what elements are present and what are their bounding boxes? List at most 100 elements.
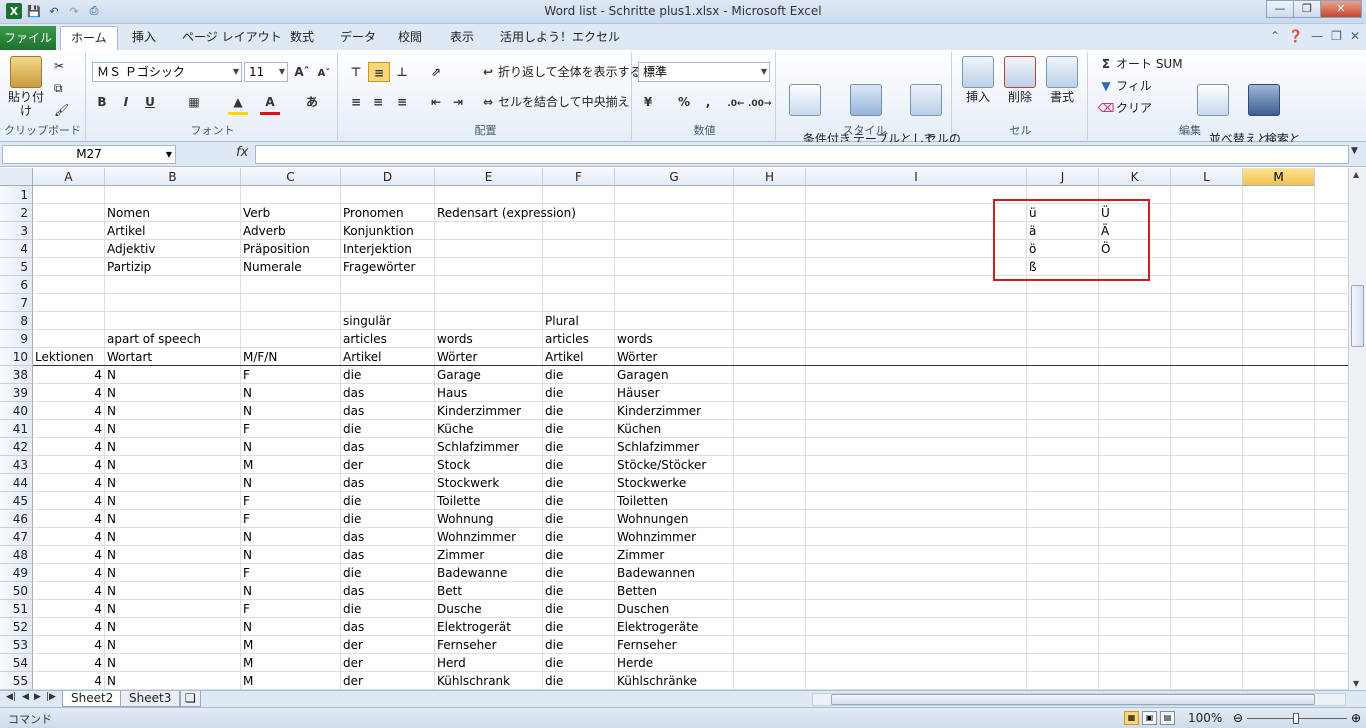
cell-g54[interactable]: Herde [615,654,934,672]
tab-page-layout[interactable]: ページ レイアウト [172,26,292,50]
align-bottom-icon[interactable]: ⊥ [392,62,412,82]
name-box[interactable]: M27 ▼ [2,145,176,164]
currency-icon[interactable]: ¥ [638,92,658,112]
cell-g42[interactable]: Schlafzimmer [615,438,934,456]
clear-button[interactable]: ⌫ クリア [1096,98,1153,118]
cell-g47[interactable]: Wohnzimmer [615,528,934,546]
workbook-minimize-icon[interactable]: — [1311,29,1323,43]
row-header-7[interactable]: 7 [0,294,33,312]
select-all-button[interactable] [0,168,33,186]
row-header-50[interactable]: 50 [0,582,33,600]
wrap-text-button[interactable]: ↩ 折り返して全体を表示する [478,62,642,82]
cell-a38[interactable]: 4 [33,366,105,384]
row-header-9[interactable]: 9 [0,330,33,348]
comma-button[interactable]: , [698,92,718,112]
cell-g10[interactable]: Wörter [615,348,934,366]
row-header-4[interactable]: 4 [0,240,33,258]
decrease-indent-icon[interactable]: ⇤ [426,92,446,112]
fill-color-icon[interactable]: ▲ [228,92,248,115]
row-header-54[interactable]: 54 [0,654,33,672]
row-header-47[interactable]: 47 [0,528,33,546]
cell-g43[interactable]: Stöcke/Stöcker [615,456,934,474]
cell-a41[interactable]: 4 [33,420,105,438]
normal-view-icon[interactable]: ▦ [1124,711,1139,725]
tab-data[interactable]: データ [330,26,386,50]
align-right-icon[interactable]: ≡ [392,92,412,112]
row-header-39[interactable]: 39 [0,384,33,402]
bold-button[interactable]: B [92,92,112,112]
format-painter-icon[interactable]: 🖌 [54,100,69,120]
row-header-3[interactable]: 3 [0,222,33,240]
cell-a50[interactable]: 4 [33,582,105,600]
insert-function-button[interactable]: fx [236,145,248,160]
insert-sheet-icon[interactable]: ❏ [180,691,201,707]
cell-f8[interactable]: Plural [543,312,815,330]
tab-insert[interactable]: 挿入 [122,26,166,50]
column-header-j[interactable]: J [1027,168,1099,186]
scroll-up-icon[interactable]: ▲ [1353,170,1359,179]
cell-g52[interactable]: Elektrogeräte [615,618,934,636]
format-cells-button[interactable]: 書式 [1042,56,1082,104]
zoom-slider[interactable]: ⊖ ⊕ [1233,711,1363,725]
cell-g51[interactable]: Duschen [615,600,934,618]
borders-icon[interactable]: ▦ [184,92,204,112]
align-middle-icon[interactable]: ≡ [368,62,390,82]
column-header-i[interactable]: I [806,168,1027,186]
italic-button[interactable]: I [116,92,136,112]
cell-g48[interactable]: Zimmer [615,546,934,564]
orientation-icon[interactable]: ⇗ [426,62,446,82]
cell-d5[interactable]: Fragewörter [341,258,635,276]
cell-g39[interactable]: Häuser [615,384,934,402]
row-header-51[interactable]: 51 [0,600,33,618]
align-left-icon[interactable]: ≡ [346,92,366,112]
cell-g41[interactable]: Küchen [615,420,934,438]
cell-a48[interactable]: 4 [33,546,105,564]
increase-indent-icon[interactable]: ⇥ [448,92,468,112]
sheet-tab-sheet3[interactable]: Sheet3 [120,691,181,707]
number-format-combo[interactable]: 標準 ▼ [638,62,770,82]
row-header-5[interactable]: 5 [0,258,33,276]
decrease-decimal-icon[interactable]: .00→ [748,92,771,112]
row-header-45[interactable]: 45 [0,492,33,510]
page-layout-view-icon[interactable]: ▣ [1142,711,1157,725]
row-header-52[interactable]: 52 [0,618,33,636]
row-header-10[interactable]: 10 [0,348,33,366]
row-header-38[interactable]: 38 [0,366,33,384]
phonetic-icon[interactable]: あ [302,92,322,112]
align-top-icon[interactable]: ⊤ [346,62,366,82]
workbook-close-icon[interactable]: ✕ [1350,29,1360,43]
cell-d4[interactable]: Interjektion [341,240,635,258]
cell-a52[interactable]: 4 [33,618,105,636]
align-center-icon[interactable]: ≡ [368,92,388,112]
row-header-43[interactable]: 43 [0,456,33,474]
cell-a51[interactable]: 4 [33,600,105,618]
worksheet-grid[interactable]: A B C D E F G H I J K L M 1 2 Nomen Verb Pronomen Redensar… [0,168,1348,690]
tab-home[interactable]: ホーム [60,26,118,50]
column-header-c[interactable]: C [241,168,341,186]
minimize-button[interactable]: — [1266,0,1294,18]
column-header-f[interactable]: F [543,168,615,186]
font-size-combo[interactable]: 11 ▼ [244,62,288,82]
cell-g49[interactable]: Badewannen [615,564,934,582]
cell-g45[interactable]: Toiletten [615,492,934,510]
column-header-e[interactable]: E [435,168,543,186]
zoom-knob[interactable] [1293,713,1299,724]
cell-a39[interactable]: 4 [33,384,105,402]
next-sheet-icon[interactable]: ▶ [34,692,41,702]
row-header-48[interactable]: 48 [0,546,33,564]
cell-a42[interactable]: 4 [33,438,105,456]
column-header-d[interactable]: D [341,168,435,186]
underline-button[interactable]: U [140,92,160,112]
zoom-in-icon[interactable]: ⊕ [1351,711,1361,725]
paste-button[interactable]: 貼り付け [4,56,48,118]
percent-button[interactable]: % [674,92,694,112]
column-header-b[interactable]: B [105,168,241,186]
tab-file[interactable]: ファイル [0,26,56,50]
cell-d3[interactable]: Konjunktion [341,222,635,240]
zoom-out-icon[interactable]: ⊖ [1233,711,1243,725]
row-header-6[interactable]: 6 [0,276,33,294]
column-header-g[interactable]: G [615,168,734,186]
row-header-40[interactable]: 40 [0,402,33,420]
row-header-42[interactable]: 42 [0,438,33,456]
scroll-down-icon[interactable]: ▼ [1353,679,1359,688]
